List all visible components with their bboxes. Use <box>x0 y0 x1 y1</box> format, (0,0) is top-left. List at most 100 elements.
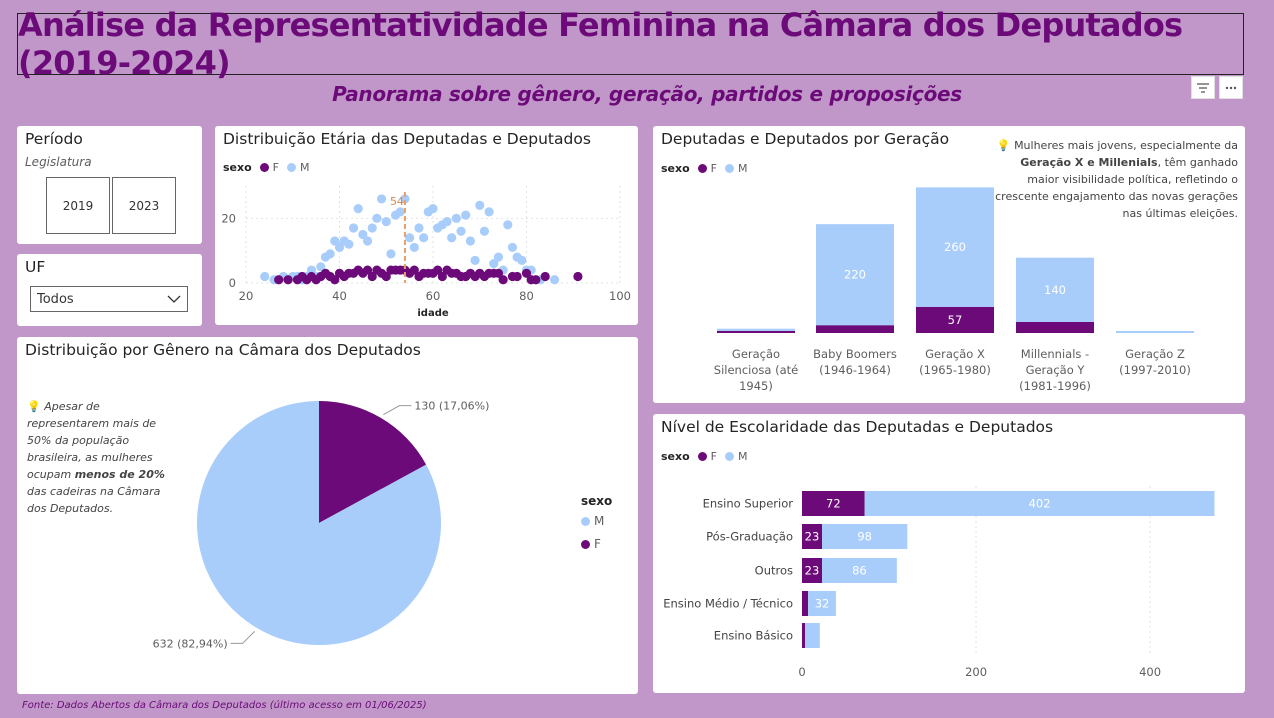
age-point-m[interactable] <box>386 249 396 259</box>
age-point-m[interactable] <box>353 204 363 214</box>
education-data-label-f: 23 <box>805 564 820 578</box>
generation-category-label: Geração X <box>925 347 985 361</box>
generation-bar-f[interactable] <box>717 331 795 333</box>
more-options-icon[interactable] <box>1219 76 1243 99</box>
pie-data-label-f: 130 (17,06%) <box>414 400 489 413</box>
uf-slicer: UF Todos <box>17 254 202 326</box>
education-data-label-m: 98 <box>857 530 872 544</box>
generation-bar-m[interactable] <box>1116 331 1194 333</box>
age-point-m[interactable] <box>549 275 560 285</box>
age-point-m[interactable] <box>479 226 490 236</box>
age-point-m[interactable] <box>405 233 415 243</box>
generation-category-label: (1965-1980) <box>919 363 991 377</box>
age-point-m[interactable] <box>414 223 424 233</box>
education-xtick-label: 0 <box>798 665 805 679</box>
age-point-f[interactable] <box>573 271 583 282</box>
age-point-m[interactable] <box>325 249 335 259</box>
education-category-label: Ensino Básico <box>714 629 793 643</box>
age-point-m[interactable] <box>465 236 475 246</box>
age-point-m[interactable] <box>461 210 471 220</box>
age-scatter-plot: 54 20 40 60 80 100020idade <box>221 186 631 319</box>
age-distribution-card: Distribuição Etária das Deputadas e Depu… <box>215 126 638 325</box>
generation-category-label: Geração Y <box>1026 363 1086 377</box>
age-point-m[interactable] <box>409 242 419 253</box>
age-point-f[interactable] <box>498 275 508 285</box>
generation-category-label: Silenciosa (até <box>714 363 798 377</box>
age-point-m[interactable] <box>503 220 513 230</box>
age-point-m[interactable] <box>451 213 461 223</box>
generation-category-label: Geração Z <box>1125 347 1185 361</box>
education-bar-m[interactable] <box>805 623 820 648</box>
age-xtick-label: 60 <box>426 289 441 303</box>
periodo-label: Legislatura <box>25 155 92 169</box>
generation-category-label: (1997-2010) <box>1119 363 1191 377</box>
age-point-m[interactable] <box>456 226 466 236</box>
education-data-label-f: 23 <box>805 530 820 544</box>
age-point-m[interactable] <box>447 233 457 243</box>
age-xtick-label: 20 <box>239 289 254 303</box>
education-xtick-label: 200 <box>965 665 987 679</box>
age-x-axis-label: idade <box>417 308 448 319</box>
age-point-m[interactable] <box>475 200 485 210</box>
page-subtitle: Panorama sobre gênero, geração, partidos… <box>332 82 962 106</box>
education-category-label: Pós-Graduação <box>706 530 793 544</box>
generation-data-label-m: 140 <box>1044 283 1066 297</box>
generation-bar-f[interactable] <box>1016 321 1094 333</box>
age-point-m[interactable] <box>362 236 373 246</box>
age-point-m[interactable] <box>493 252 504 262</box>
page-title: Análise da Representatividade Feminina n… <box>18 6 1183 82</box>
education-data-label-m: 86 <box>852 564 867 578</box>
age-point-m[interactable] <box>507 242 518 253</box>
generation-data-label-m: 220 <box>844 268 866 282</box>
generation-category-label: 1945) <box>739 379 773 393</box>
age-xtick-label: 80 <box>519 289 534 303</box>
periodo-option-2019[interactable]: 2019 <box>46 177 110 234</box>
age-point-m[interactable] <box>381 216 391 227</box>
age-point-m[interactable] <box>348 223 359 233</box>
age-point-m[interactable] <box>517 255 527 265</box>
age-point-f[interactable] <box>512 271 522 282</box>
education-card: Nível de Escolaridade das Deputadas e De… <box>653 414 1245 693</box>
age-point-m[interactable] <box>484 207 494 217</box>
age-point-m[interactable] <box>372 213 382 223</box>
filter-icon[interactable] <box>1191 76 1215 99</box>
age-ytick-label: 0 <box>229 276 236 290</box>
periodo-option-2023[interactable]: 2023 <box>112 177 176 234</box>
education-category-label: Ensino Superior <box>703 497 794 511</box>
education-category-label: Outros <box>755 564 793 578</box>
age-point-f[interactable] <box>283 275 293 285</box>
age-ytick-label: 20 <box>221 211 236 225</box>
education-bar-f[interactable] <box>802 623 805 648</box>
age-point-m[interactable] <box>367 223 377 233</box>
age-point-m[interactable] <box>260 271 270 282</box>
pie-data-label-m: 632 (82,94%) <box>153 637 228 650</box>
age-point-m[interactable] <box>470 255 480 265</box>
education-data-label-m: 402 <box>1029 497 1051 511</box>
age-point-m[interactable] <box>442 216 452 227</box>
generation-category-label: (1946-1964) <box>819 363 891 377</box>
age-point-m[interactable] <box>344 239 354 249</box>
age-point-f[interactable] <box>531 275 541 285</box>
age-point-f[interactable] <box>274 275 284 285</box>
uf-title: UF <box>25 258 46 276</box>
generation-card: Deputadas e Deputados por Geração sexo F… <box>653 126 1245 403</box>
generation-category-label: (1981-1996) <box>1019 379 1091 393</box>
uf-dropdown[interactable]: Todos <box>30 286 188 312</box>
age-point-m[interactable] <box>376 194 387 204</box>
age-point-f[interactable] <box>540 271 550 282</box>
age-xtick-label: 40 <box>332 289 347 303</box>
age-point-m[interactable] <box>428 204 438 214</box>
chevron-down-icon <box>167 295 181 303</box>
footer-source: Fonte: Dados Abertos da Câmara dos Deput… <box>22 700 427 711</box>
age-point-m[interactable] <box>395 207 405 217</box>
education-bar-f[interactable] <box>802 591 809 616</box>
gender-pie-card: Distribuição por Gênero na Câmara dos De… <box>17 337 638 694</box>
age-point-m[interactable] <box>419 233 429 243</box>
pie-leader-line <box>383 405 412 416</box>
education-bar-chart: 0 200 400 Ensino Superior 72 402 Pós-Graduaçã… <box>663 486 1215 679</box>
generation-bar-f[interactable] <box>816 325 894 333</box>
generation-bar-m[interactable] <box>717 328 795 331</box>
gender-pie-chart: 130 (17,06%) 632 (82,94%) <box>153 400 490 651</box>
age-xtick-label: 100 <box>609 289 631 303</box>
periodo-slicer: Período Legislatura 2019 2023 <box>17 126 202 244</box>
